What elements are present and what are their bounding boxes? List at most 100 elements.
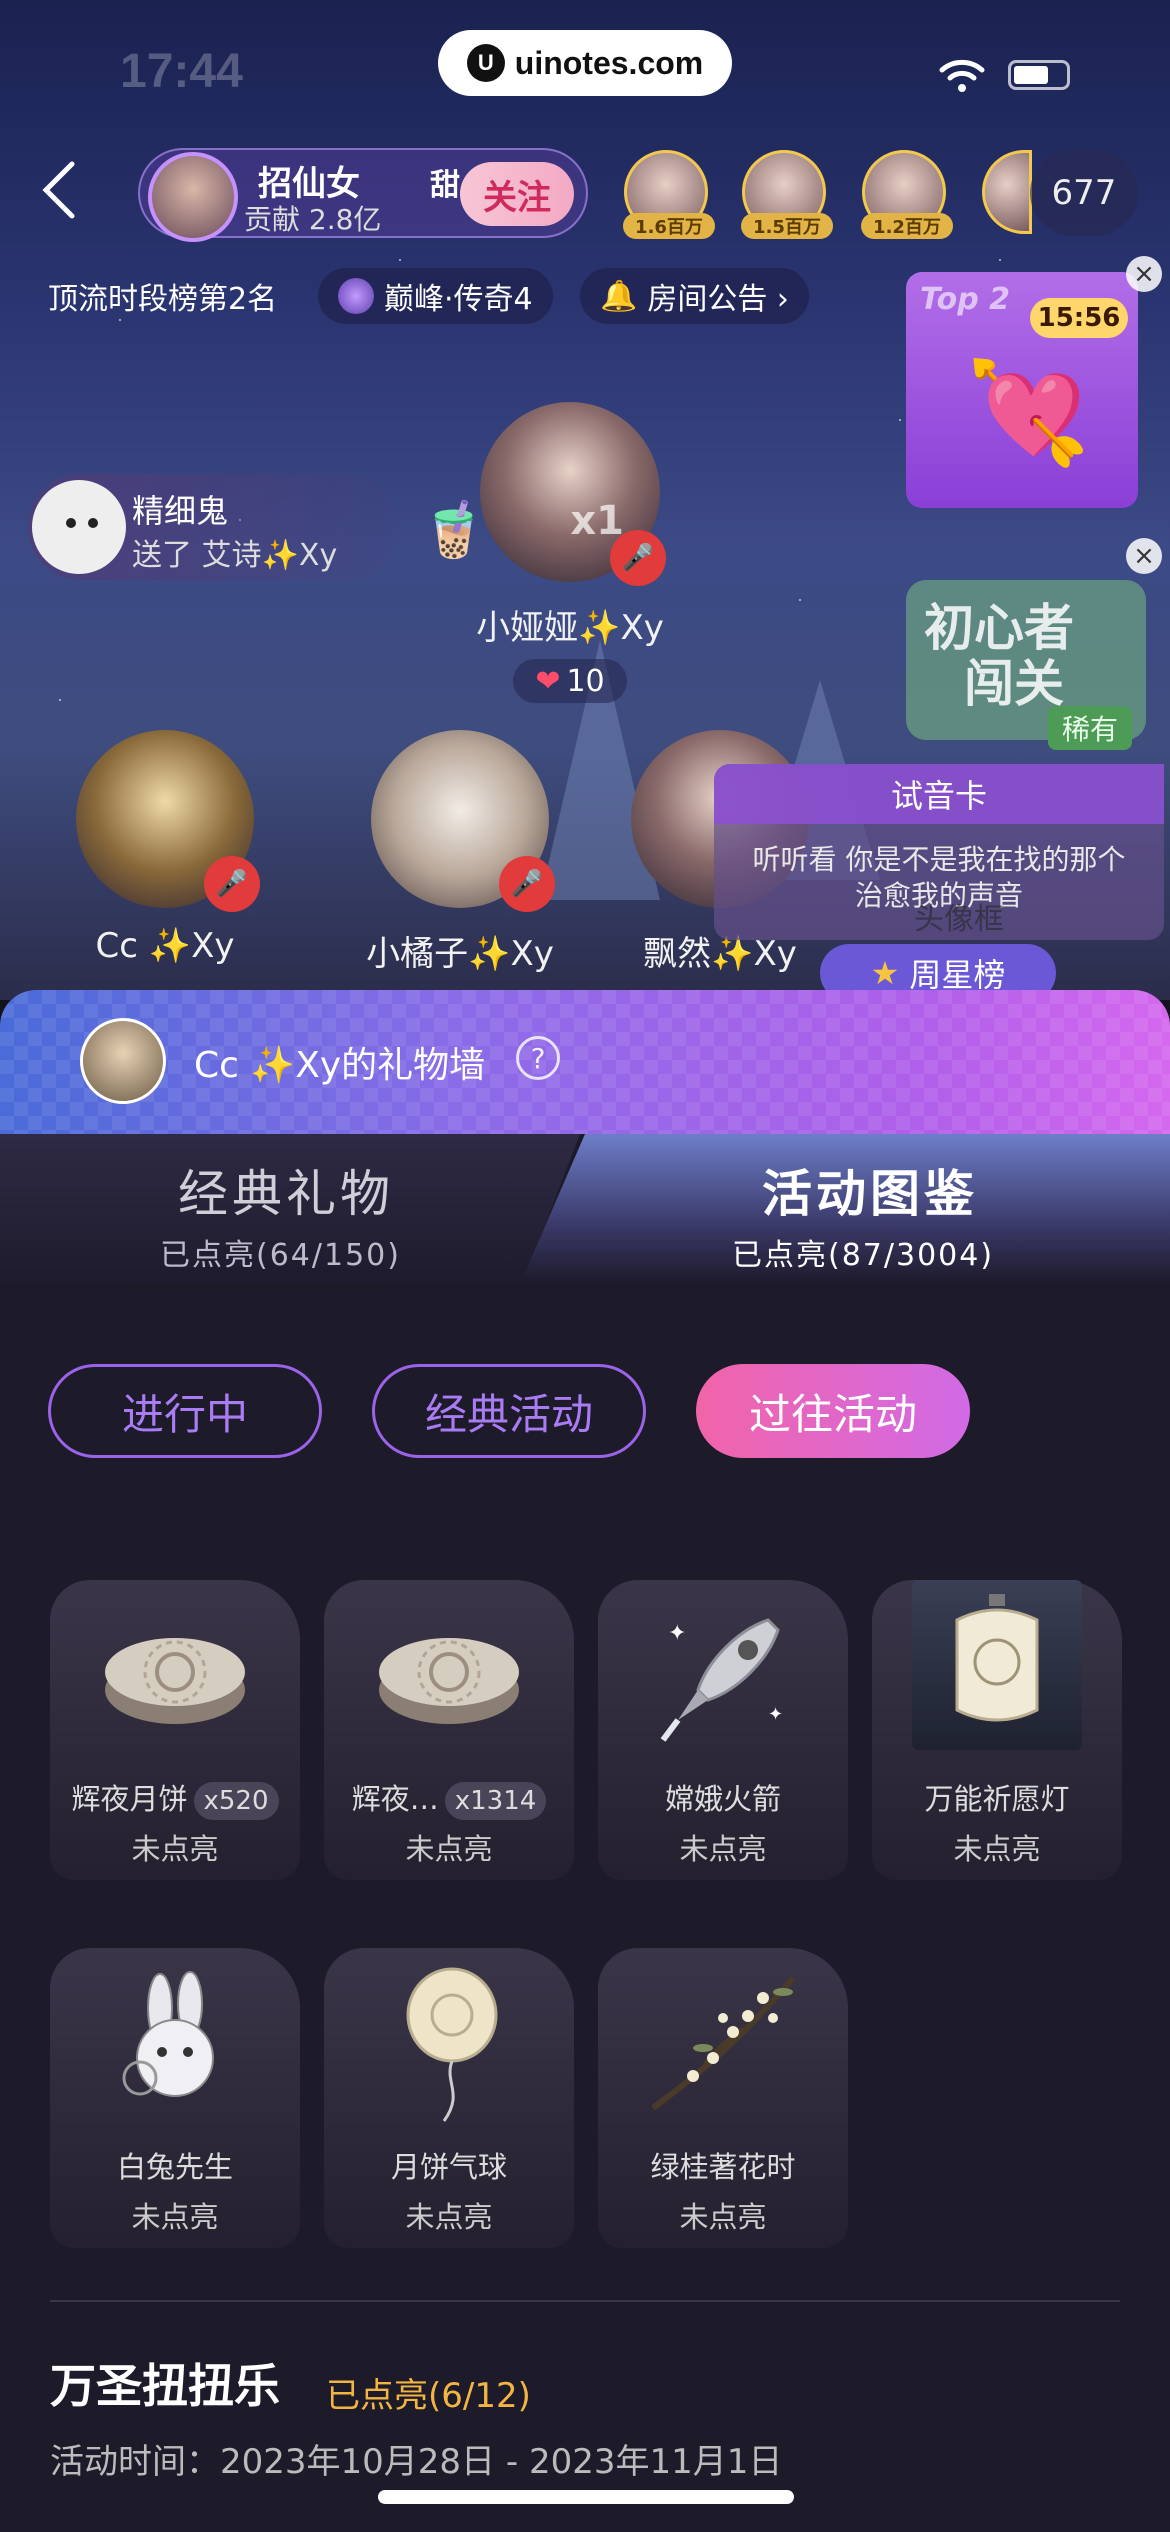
gift-item[interactable]: 月饼气球 未点亮 xyxy=(324,1948,574,2258)
fan-contribution: 1.6百万 xyxy=(623,213,715,239)
top-gift-badge[interactable]: Top 2 15:56 💘 xyxy=(906,272,1138,508)
mooncake-icon xyxy=(90,1600,260,1750)
level-label: 巅峰·传奇4 xyxy=(384,282,533,317)
gift-feed-text: 送了 艾诗✨Xy xyxy=(132,538,338,573)
filter-past-events[interactable]: 过往活动 xyxy=(696,1364,970,1458)
notice-chip[interactable]: 🔔 房间公告 › xyxy=(580,268,809,324)
balloon-icon xyxy=(364,1967,534,2122)
gift-wall-header: Cc ✨Xy的礼物墙 ? xyxy=(0,990,1170,1134)
voice-trial-card[interactable]: 试音卡 听听看 你是不是我在找的那个治愈我的声音 头像框 xyxy=(714,764,1164,940)
watermark-pill: U uinotes.com xyxy=(438,30,732,96)
home-indicator xyxy=(378,2490,794,2504)
item-status: 未点亮 xyxy=(405,2200,493,2234)
notice-label: 房间公告 › xyxy=(647,282,789,317)
tab-progress: 已点亮(64/150) xyxy=(160,1238,401,1273)
svg-text:✦: ✦ xyxy=(668,1621,686,1646)
gift-item[interactable]: 辉夜月饼 x520 未点亮 xyxy=(50,1580,300,1890)
svg-text:✦: ✦ xyxy=(768,1704,783,1725)
gift-item[interactable]: ✦ ✦ 嫦娥火箭 未点亮 xyxy=(598,1580,848,1890)
osmanthus-icon xyxy=(638,1968,808,2118)
tab-classic-gifts[interactable]: 经典礼物 已点亮(64/150) xyxy=(0,1134,580,1284)
uinotes-logo-icon: U xyxy=(466,44,505,82)
newbie-challenge-badge[interactable]: 初心者 闯关 稀有 xyxy=(906,580,1146,750)
top-fan-avatar[interactable]: 1.2百万 xyxy=(861,150,953,239)
top-fan-avatar[interactable]: 1.6百万 xyxy=(623,150,715,239)
seat-name: Cc ✨Xy xyxy=(95,926,235,966)
item-name: 嫦娥火箭 xyxy=(664,1782,781,1816)
viewer-count[interactable]: 677 xyxy=(1030,150,1138,236)
filter-ongoing[interactable]: 进行中 xyxy=(48,1364,322,1458)
gift-item[interactable]: 白兔先生 未点亮 xyxy=(50,1948,300,2258)
wall-owner-avatar xyxy=(80,1018,166,1104)
tab-progress: 已点亮(87/3004) xyxy=(732,1238,995,1273)
voice-card-title: 试音卡 xyxy=(714,764,1164,824)
winged-heart-gift-icon: 💘 xyxy=(966,354,1091,471)
heart-icon: ❤ xyxy=(535,663,561,699)
event-time: 活动时间：2023年10月28日 - 2023年11月1日 xyxy=(50,2442,783,2482)
sender-avatar xyxy=(32,480,126,574)
host-sweet-tag: 甜 xyxy=(430,168,460,203)
battery-icon xyxy=(1008,60,1070,90)
back-arrow-icon[interactable] xyxy=(36,160,86,220)
top-fan-avatar[interactable]: 1.5百万 xyxy=(741,150,833,239)
host-info-pill[interactable]: 招仙女 甜 贡献 2.8亿 关注 xyxy=(138,148,588,242)
wifi-icon xyxy=(939,59,985,92)
badge-top-label: Top 2 xyxy=(920,282,1010,317)
item-name: 万能祈愿灯 xyxy=(924,1782,1070,1816)
item-name: 辉夜… xyxy=(351,1782,439,1816)
item-status: 未点亮 xyxy=(131,1832,219,1866)
item-count: x520 xyxy=(193,1782,279,1820)
seat-hearts: ❤ 10 xyxy=(513,659,627,703)
tab-event-collection[interactable]: 活动图鉴 已点亮(87/3004) xyxy=(520,1134,1170,1284)
follow-button[interactable]: 关注 xyxy=(460,162,574,226)
badge-timer: 15:56 xyxy=(1030,298,1128,338)
level-icon xyxy=(338,278,374,314)
item-name-row: 辉夜… x1314 xyxy=(324,1776,574,1820)
event-lit-progress: 已点亮(6/12) xyxy=(326,2376,531,2416)
status-time: 17:44 xyxy=(120,45,243,98)
item-name: 月饼气球 xyxy=(390,2150,507,2184)
close-icon[interactable]: × xyxy=(1126,538,1162,574)
section-divider xyxy=(50,2300,1120,2302)
help-icon[interactable]: ? xyxy=(516,1036,560,1080)
gift-feed-banner: 精细鬼 送了 艾诗✨Xy xyxy=(28,474,398,580)
mic-off-icon: 🎤 xyxy=(499,856,555,912)
tab-label: 经典礼物 xyxy=(178,1165,394,1223)
gift-wall-title: Cc ✨Xy的礼物墙 xyxy=(194,1045,486,1086)
item-status: 未点亮 xyxy=(953,1832,1041,1866)
mic-off-icon: 🎤 xyxy=(204,856,260,912)
event-title: 万圣扭扭乐 xyxy=(50,2359,280,2413)
sender-name: 精细鬼 xyxy=(132,492,229,530)
seat-name: 小橘子✨Xy xyxy=(366,934,554,974)
gift-multiplier: x1 xyxy=(570,498,624,544)
item-name: 绿桂著花时 xyxy=(650,2150,796,2184)
mic-seat[interactable]: 🧋 x1 🎤 小娅娅✨Xy ❤ 10 xyxy=(420,402,700,703)
item-name: 白兔先生 xyxy=(116,2150,233,2184)
gift-item[interactable]: 万能祈愿灯 未点亮 xyxy=(872,1580,1122,1890)
mic-off-icon: 🎤 xyxy=(610,530,666,586)
watermark-url: uinotes.com xyxy=(514,44,704,81)
level-chip[interactable]: 巅峰·传奇4 xyxy=(318,268,553,324)
mic-seat[interactable]: 🎤 Cc ✨Xy xyxy=(60,730,270,966)
lantern-icon xyxy=(912,1580,1082,1750)
seat-name: 小娅娅✨Xy xyxy=(476,608,664,648)
bell-icon: 🔔 xyxy=(600,278,638,314)
item-name-row: 辉夜月饼 x520 xyxy=(50,1776,300,1820)
status-bar: 17:44 U uinotes.com xyxy=(0,0,1170,130)
gift-item[interactable]: 辉夜… x1314 未点亮 xyxy=(324,1580,574,1890)
seat-avatar[interactable]: 🎤 xyxy=(76,730,260,912)
mooncake-icon xyxy=(364,1600,534,1750)
mic-seat[interactable]: 🎤 小橘子✨Xy xyxy=(340,730,580,975)
milk-tea-gift-icon: 🧋 xyxy=(420,498,488,561)
close-icon[interactable]: × xyxy=(1126,256,1162,292)
newbie-line1: 初心者 xyxy=(924,599,1074,657)
seat-avatar[interactable]: 🎤 xyxy=(371,730,555,912)
filter-classic-events[interactable]: 经典活动 xyxy=(372,1364,646,1458)
item-count: x1314 xyxy=(444,1782,547,1820)
host-avatar[interactable] xyxy=(148,152,238,242)
item-status: 未点亮 xyxy=(679,2200,767,2234)
gift-item[interactable]: 绿桂著花时 未点亮 xyxy=(598,1948,848,2258)
fan-contribution: 1.5百万 xyxy=(741,213,833,239)
seat-avatar[interactable]: 🧋 x1 🎤 xyxy=(420,402,666,586)
rank-chip[interactable]: 顶流时段榜第2名 xyxy=(28,268,297,324)
